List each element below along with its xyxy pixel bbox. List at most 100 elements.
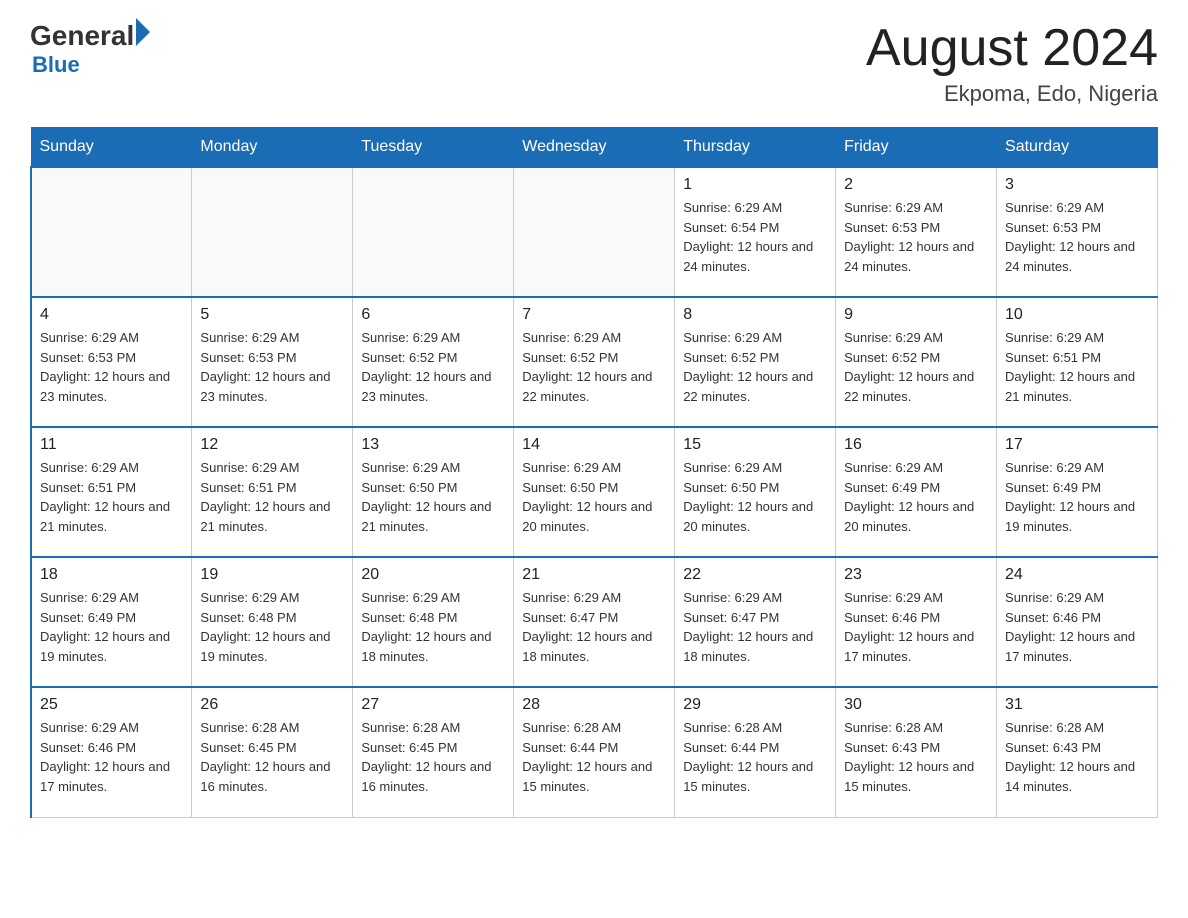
calendar-cell: 6 Sunrise: 6:29 AMSunset: 6:52 PMDaylight… (353, 297, 514, 427)
calendar-cell: 17 Sunrise: 6:29 AMSunset: 6:49 PMDayligh… (997, 427, 1158, 557)
day-info: Sunrise: 6:29 AMSunset: 6:53 PMDaylight:… (200, 328, 344, 406)
calendar-cell: 9Sunrise: 6:29 AMSunset: 6:52 PMDaylight… (836, 297, 997, 427)
day-number: 16 (844, 436, 988, 454)
day-number: 25 (40, 696, 183, 714)
calendar-cell: 21 Sunrise: 6:29 AMSunset: 6:47 PMDayligh… (514, 557, 675, 687)
calendar-table: SundayMondayTuesdayWednesdayThursdayFrid… (30, 127, 1158, 818)
day-number: 15 (683, 436, 827, 454)
day-number: 13 (361, 436, 505, 454)
calendar-cell: 29 Sunrise: 6:28 AMSunset: 6:44 PMDayligh… (675, 687, 836, 817)
day-number: 17 (1005, 436, 1149, 454)
header-cell-wednesday: Wednesday (514, 128, 675, 168)
calendar-cell: 28 Sunrise: 6:28 AMSunset: 6:44 PMDayligh… (514, 687, 675, 817)
calendar-title: August 2024 (866, 20, 1158, 77)
day-info: Sunrise: 6:29 AMSunset: 6:50 PMDaylight:… (361, 458, 505, 536)
day-number: 26 (200, 696, 344, 714)
calendar-cell: 10 Sunrise: 6:29 AMSunset: 6:51 PMDayligh… (997, 297, 1158, 427)
day-info: Sunrise: 6:29 AMSunset: 6:53 PMDaylight:… (1005, 198, 1149, 276)
calendar-cell: 20 Sunrise: 6:29 AMSunset: 6:48 PMDayligh… (353, 557, 514, 687)
day-info: Sunrise: 6:29 AMSunset: 6:46 PMDaylight:… (1005, 588, 1149, 666)
day-number: 19 (200, 566, 344, 584)
calendar-cell: 26Sunrise: 6:28 AMSunset: 6:45 PMDayligh… (192, 687, 353, 817)
day-info: Sunrise: 6:28 AMSunset: 6:43 PMDaylight:… (1005, 718, 1149, 796)
calendar-week-row: 11 Sunrise: 6:29 AMSunset: 6:51 PMDayligh… (31, 427, 1158, 557)
header-cell-saturday: Saturday (997, 128, 1158, 168)
day-number: 20 (361, 566, 505, 584)
calendar-cell: 2Sunrise: 6:29 AMSunset: 6:53 PMDaylight… (836, 167, 997, 297)
day-info: Sunrise: 6:29 AMSunset: 6:52 PMDaylight:… (683, 328, 827, 406)
day-info: Sunrise: 6:28 AMSunset: 6:44 PMDaylight:… (522, 718, 666, 796)
day-info: Sunrise: 6:29 AMSunset: 6:46 PMDaylight:… (844, 588, 988, 666)
calendar-cell: 7Sunrise: 6:29 AMSunset: 6:52 PMDaylight… (514, 297, 675, 427)
calendar-cell: 22Sunrise: 6:29 AMSunset: 6:47 PMDayligh… (675, 557, 836, 687)
day-info: Sunrise: 6:29 AMSunset: 6:50 PMDaylight:… (522, 458, 666, 536)
day-info: Sunrise: 6:29 AMSunset: 6:51 PMDaylight:… (1005, 328, 1149, 406)
day-number: 6 (361, 306, 505, 324)
day-info: Sunrise: 6:28 AMSunset: 6:43 PMDaylight:… (844, 718, 988, 796)
day-number: 11 (40, 436, 183, 454)
day-number: 4 (40, 306, 183, 324)
day-number: 21 (522, 566, 666, 584)
page-header: General Blue August 2024 Ekpoma, Edo, Ni… (30, 20, 1158, 107)
day-number: 8 (683, 306, 827, 324)
day-number: 2 (844, 176, 988, 194)
day-info: Sunrise: 6:29 AMSunset: 6:47 PMDaylight:… (683, 588, 827, 666)
title-section: August 2024 Ekpoma, Edo, Nigeria (866, 20, 1158, 107)
logo-general: General (30, 20, 134, 52)
calendar-cell: 1 Sunrise: 6:29 AMSunset: 6:54 PMDaylight… (675, 167, 836, 297)
day-info: Sunrise: 6:29 AMSunset: 6:49 PMDaylight:… (1005, 458, 1149, 536)
day-info: Sunrise: 6:29 AMSunset: 6:50 PMDaylight:… (683, 458, 827, 536)
calendar-header-row: SundayMondayTuesdayWednesdayThursdayFrid… (31, 128, 1158, 168)
day-info: Sunrise: 6:28 AMSunset: 6:44 PMDaylight:… (683, 718, 827, 796)
day-number: 14 (522, 436, 666, 454)
day-info: Sunrise: 6:29 AMSunset: 6:48 PMDaylight:… (361, 588, 505, 666)
calendar-cell: 4 Sunrise: 6:29 AMSunset: 6:53 PMDaylight… (31, 297, 192, 427)
calendar-cell: 8 Sunrise: 6:29 AMSunset: 6:52 PMDaylight… (675, 297, 836, 427)
calendar-cell (514, 167, 675, 297)
day-info: Sunrise: 6:28 AMSunset: 6:45 PMDaylight:… (361, 718, 505, 796)
calendar-cell: 16Sunrise: 6:29 AMSunset: 6:49 PMDayligh… (836, 427, 997, 557)
calendar-cell: 11 Sunrise: 6:29 AMSunset: 6:51 PMDayligh… (31, 427, 192, 557)
day-info: Sunrise: 6:29 AMSunset: 6:53 PMDaylight:… (40, 328, 183, 406)
calendar-cell: 3 Sunrise: 6:29 AMSunset: 6:53 PMDaylight… (997, 167, 1158, 297)
day-info: Sunrise: 6:29 AMSunset: 6:47 PMDaylight:… (522, 588, 666, 666)
logo: General Blue (30, 20, 150, 78)
day-info: Sunrise: 6:29 AMSunset: 6:54 PMDaylight:… (683, 198, 827, 276)
calendar-cell: 23Sunrise: 6:29 AMSunset: 6:46 PMDayligh… (836, 557, 997, 687)
day-number: 31 (1005, 696, 1149, 714)
logo-blue: Blue (32, 52, 150, 78)
calendar-cell: 27 Sunrise: 6:28 AMSunset: 6:45 PMDayligh… (353, 687, 514, 817)
day-info: Sunrise: 6:29 AMSunset: 6:51 PMDaylight:… (40, 458, 183, 536)
calendar-cell (353, 167, 514, 297)
header-cell-monday: Monday (192, 128, 353, 168)
day-info: Sunrise: 6:29 AMSunset: 6:52 PMDaylight:… (522, 328, 666, 406)
day-number: 28 (522, 696, 666, 714)
calendar-cell: 18 Sunrise: 6:29 AMSunset: 6:49 PMDayligh… (31, 557, 192, 687)
calendar-cell: 25 Sunrise: 6:29 AMSunset: 6:46 PMDayligh… (31, 687, 192, 817)
day-number: 27 (361, 696, 505, 714)
day-info: Sunrise: 6:29 AMSunset: 6:48 PMDaylight:… (200, 588, 344, 666)
calendar-cell: 12Sunrise: 6:29 AMSunset: 6:51 PMDayligh… (192, 427, 353, 557)
header-cell-sunday: Sunday (31, 128, 192, 168)
calendar-cell: 30Sunrise: 6:28 AMSunset: 6:43 PMDayligh… (836, 687, 997, 817)
calendar-cell: 14 Sunrise: 6:29 AMSunset: 6:50 PMDayligh… (514, 427, 675, 557)
day-number: 18 (40, 566, 183, 584)
header-cell-tuesday: Tuesday (353, 128, 514, 168)
calendar-cell: 24 Sunrise: 6:29 AMSunset: 6:46 PMDayligh… (997, 557, 1158, 687)
day-number: 3 (1005, 176, 1149, 194)
calendar-week-row: 4 Sunrise: 6:29 AMSunset: 6:53 PMDaylight… (31, 297, 1158, 427)
header-cell-friday: Friday (836, 128, 997, 168)
day-info: Sunrise: 6:29 AMSunset: 6:52 PMDaylight:… (361, 328, 505, 406)
day-number: 1 (683, 176, 827, 194)
calendar-cell: 5Sunrise: 6:29 AMSunset: 6:53 PMDaylight… (192, 297, 353, 427)
day-info: Sunrise: 6:29 AMSunset: 6:49 PMDaylight:… (40, 588, 183, 666)
header-cell-thursday: Thursday (675, 128, 836, 168)
calendar-week-row: 1 Sunrise: 6:29 AMSunset: 6:54 PMDaylight… (31, 167, 1158, 297)
day-info: Sunrise: 6:29 AMSunset: 6:51 PMDaylight:… (200, 458, 344, 536)
calendar-cell (31, 167, 192, 297)
day-number: 10 (1005, 306, 1149, 324)
day-number: 24 (1005, 566, 1149, 584)
day-number: 29 (683, 696, 827, 714)
calendar-cell: 19 Sunrise: 6:29 AMSunset: 6:48 PMDayligh… (192, 557, 353, 687)
day-info: Sunrise: 6:29 AMSunset: 6:46 PMDaylight:… (40, 718, 183, 796)
